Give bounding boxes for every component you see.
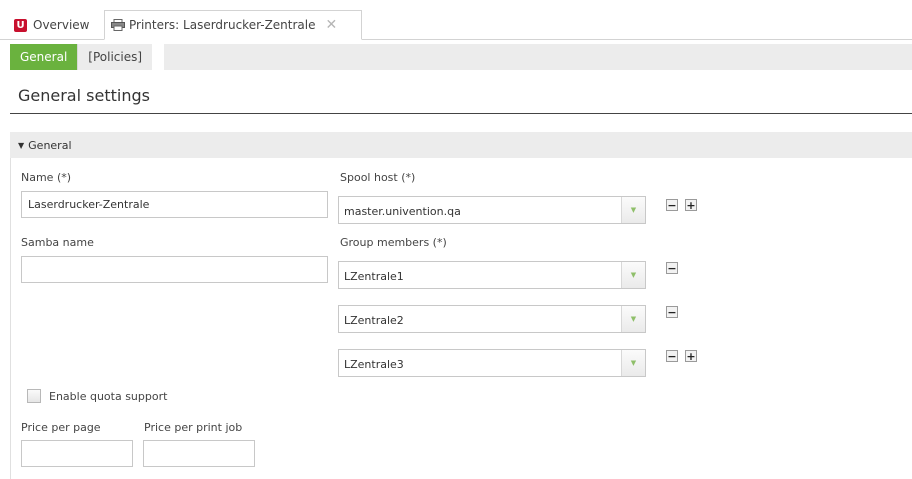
tab-printers-label: Printers: Laserdrucker-Zentrale xyxy=(129,18,316,32)
group-member-add-button[interactable]: + xyxy=(685,350,697,362)
group-member-dropdown-button-1[interactable]: ▼ xyxy=(621,262,645,288)
tab-overview[interactable]: U Overview xyxy=(10,10,102,40)
group-member-value-2: LZentrale2 xyxy=(344,314,404,327)
price-per-page-input[interactable] xyxy=(21,440,133,467)
group-member-value-1: LZentrale1 xyxy=(344,270,404,283)
top-tab-bar: U Overview Printers: Laserdrucker-Zentra… xyxy=(0,0,912,40)
group-member-value-3: LZentrale3 xyxy=(344,358,404,371)
enable-quota-checkbox[interactable] xyxy=(27,389,41,403)
chevron-down-icon: ▼ xyxy=(630,271,637,279)
price-per-print-job-label: Price per print job xyxy=(144,421,243,434)
group-member-dropdown-button-3[interactable]: ▼ xyxy=(621,350,645,376)
price-per-page-label: Price per page xyxy=(21,421,101,434)
group-member-remove-button-2[interactable]: − xyxy=(666,306,678,318)
close-tab-icon[interactable]: ✕ xyxy=(326,17,338,33)
chevron-down-icon: ▼ xyxy=(630,315,637,323)
subtab-bar: General [Policies] xyxy=(10,44,153,70)
group-member-remove-button-3[interactable]: − xyxy=(666,350,678,362)
spool-host-value: master.univention.qa xyxy=(344,205,461,218)
chevron-down-icon: ▼ xyxy=(630,206,637,214)
group-member-remove-button-1[interactable]: − xyxy=(666,262,678,274)
name-input[interactable] xyxy=(21,191,328,218)
group-member-select-2[interactable]: LZentrale2 ▼ xyxy=(338,305,646,333)
group-member-select-1[interactable]: LZentrale1 ▼ xyxy=(338,261,646,289)
chevron-down-icon: ▼ xyxy=(630,359,637,367)
caret-down-icon: ▼ xyxy=(18,140,25,150)
title-divider xyxy=(10,113,912,114)
tab-overview-label: Overview xyxy=(33,18,90,32)
spool-host-add-button[interactable]: + xyxy=(685,199,697,211)
spool-host-dropdown-button[interactable]: ▼ xyxy=(621,197,645,223)
group-member-select-3[interactable]: LZentrale3 ▼ xyxy=(338,349,646,377)
price-per-print-job-input[interactable] xyxy=(143,440,255,467)
name-label: Name (*) xyxy=(21,171,72,184)
spool-host-remove-button[interactable]: − xyxy=(666,199,678,211)
univention-logo-icon: U xyxy=(14,18,27,32)
tab-printers[interactable]: Printers: Laserdrucker-Zentrale ✕ xyxy=(104,10,362,40)
samba-name-label: Samba name xyxy=(21,236,94,249)
subtab-policies[interactable]: [Policies] xyxy=(77,44,153,70)
subtab-bar-background xyxy=(164,44,912,70)
subtab-general[interactable]: General xyxy=(10,44,78,70)
section-general-header[interactable]: ▼ General xyxy=(10,132,912,158)
spool-host-select[interactable]: master.univention.qa ▼ xyxy=(338,196,646,224)
printer-icon xyxy=(111,19,125,31)
group-member-dropdown-button-2[interactable]: ▼ xyxy=(621,306,645,332)
page-title: General settings xyxy=(18,86,150,105)
group-members-label: Group members (*) xyxy=(340,236,447,249)
section-border xyxy=(10,158,11,479)
spool-host-label: Spool host (*) xyxy=(340,171,416,184)
samba-name-input[interactable] xyxy=(21,256,328,283)
section-general-title: General xyxy=(28,138,72,152)
enable-quota-label: Enable quota support xyxy=(49,390,168,403)
